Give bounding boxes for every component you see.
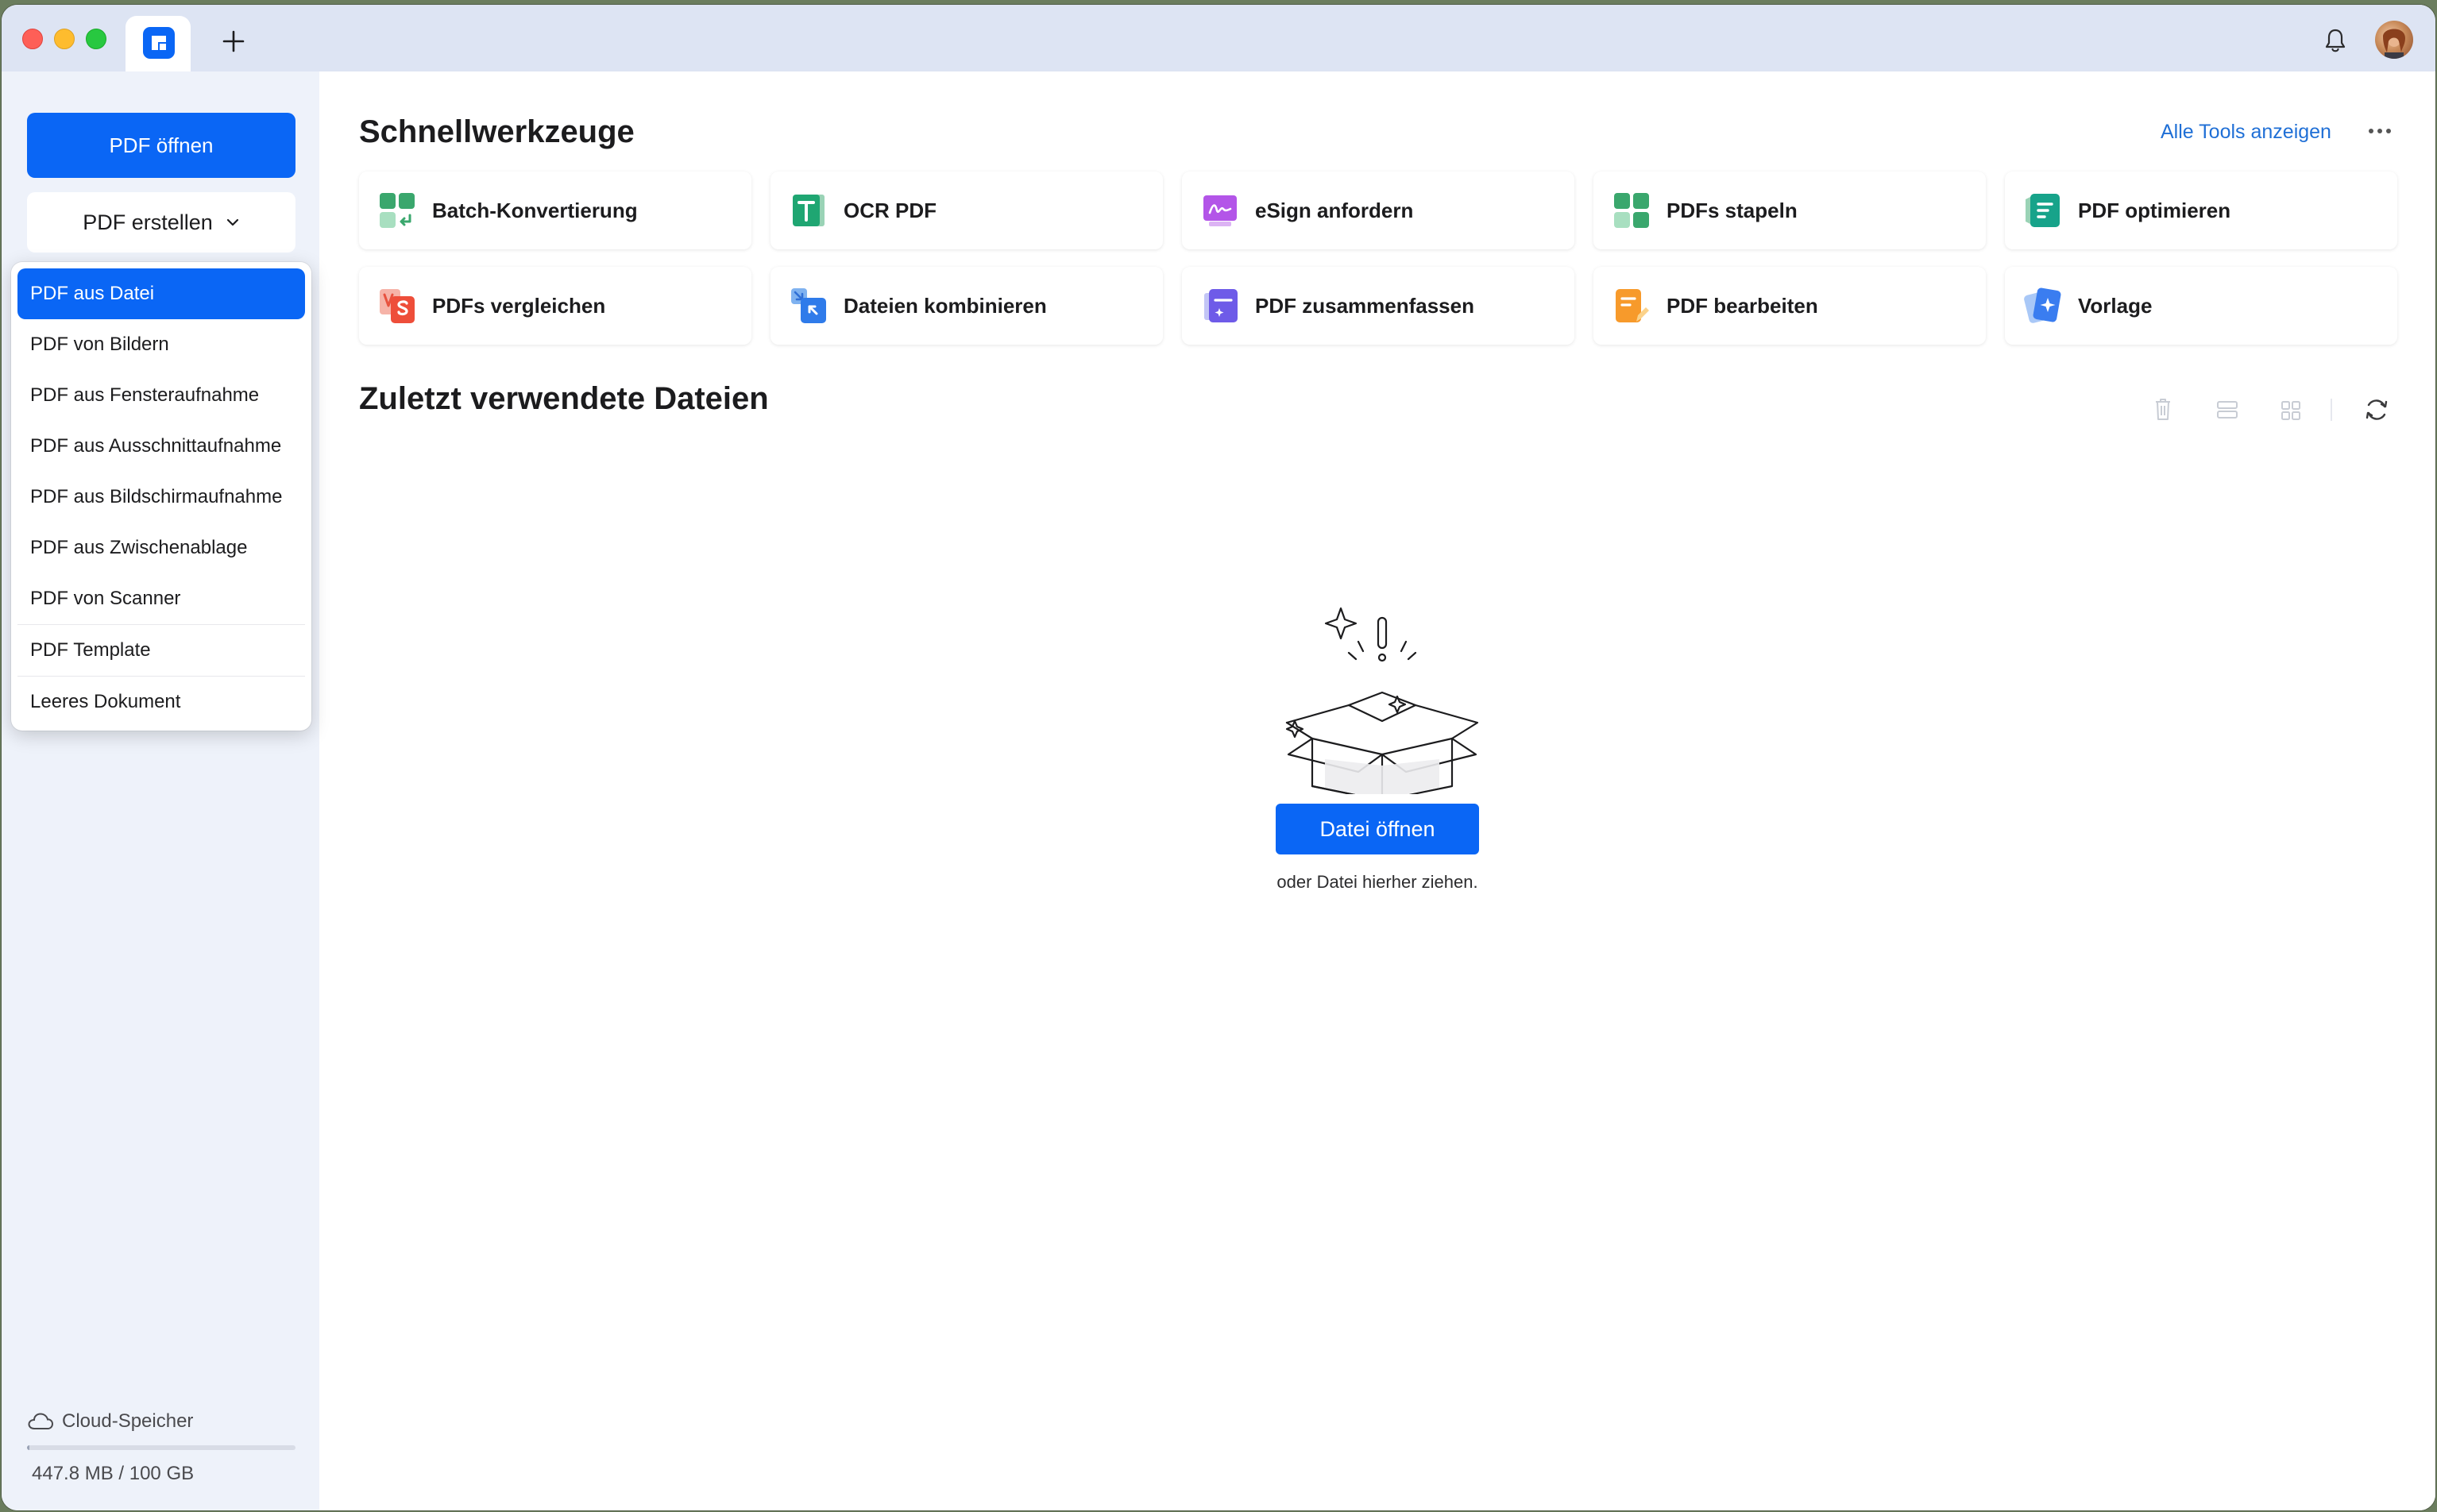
tool-template[interactable]: Vorlage [2005,267,2397,345]
create-pdf-button[interactable]: PDF erstellen [27,192,295,253]
batch-pdfs-icon [1614,193,1649,228]
ocr-icon [793,195,825,226]
tool-batch-pdfs[interactable]: PDFs stapeln [1593,172,1986,249]
home-tab[interactable] [126,16,191,71]
menu-item-from-images[interactable]: PDF von Bildern [17,319,305,370]
trash-icon[interactable] [2151,394,2175,426]
storage-progress-bar [27,1445,295,1450]
tool-summarize[interactable]: PDF zusammenfassen [1182,267,1574,345]
tool-label: OCR PDF [844,198,937,222]
tool-edit[interactable]: PDF bearbeiten [1593,267,1986,345]
menu-item-from-clipboard[interactable]: PDF aus Zwischenablage [17,523,305,573]
empty-box-illustration [1285,607,1479,794]
menu-item-from-scanner[interactable]: PDF von Scanner [17,573,305,624]
menu-item-from-screen-capture[interactable]: PDF aus Bildschirmaufnahme [17,472,305,523]
menu-item-template[interactable]: PDF Template [17,625,305,676]
tool-label: PDFs vergleichen [432,293,606,318]
app-logo-icon [143,27,175,59]
esign-icon [1203,195,1237,226]
app-window: PDF öffnen PDF erstellen Cloud-Speicher … [2,5,2435,1510]
minimize-window-button[interactable] [54,29,75,49]
combine-icon [791,288,826,323]
tool-combine[interactable]: Dateien kombinieren [770,267,1163,345]
open-file-button[interactable]: Datei öffnen [1276,804,1479,854]
compress-icon [2026,194,2060,227]
create-pdf-label: PDF erstellen [83,210,213,234]
quick-tools-grid: Batch-Konvertierung OCR PDF eSign anford [359,172,2397,345]
menu-item-from-file[interactable]: PDF aus Datei [17,268,305,319]
menu-item-blank-document[interactable]: Leeres Dokument [17,677,305,727]
compare-icon [380,289,415,323]
tool-ocr[interactable]: OCR PDF [770,172,1163,249]
chevron-down-icon [226,218,238,226]
tool-label: PDF bearbeiten [1667,293,1818,318]
cloud-storage-label: Cloud-Speicher [62,1410,194,1432]
show-all-tools-link[interactable]: Alle Tools anzeigen [2161,121,2331,144]
close-window-button[interactable] [22,29,43,49]
title-bar [2,5,2435,71]
open-pdf-button[interactable]: PDF öffnen [27,113,295,178]
list-view-icon[interactable] [2215,394,2240,426]
menu-item-from-selection-capture[interactable]: PDF aus Ausschnittaufnahme [17,421,305,472]
batch-convert-icon [380,193,415,228]
storage-progress-fill [27,1445,29,1450]
storage-usage-text: 447.8 MB / 100 GB [32,1463,195,1484]
template-icon [2024,287,2061,323]
toolbar-divider [2331,399,2332,421]
create-pdf-menu: PDF aus Datei PDF von Bildern PDF aus Fens… [11,262,311,731]
main-content: Schnellwerkzeuge Alle Tools anzeigen Bat… [319,71,2435,1510]
edit-icon [1616,289,1649,322]
grid-view-icon[interactable] [2278,394,2304,426]
plus-icon[interactable] [221,29,246,54]
tool-esign[interactable]: eSign anfordern [1182,172,1574,249]
tool-label: eSign anfordern [1255,198,1414,222]
tool-label: Dateien kombinieren [844,293,1047,318]
zoom-window-button[interactable] [86,29,106,49]
cloud-icon [28,1413,54,1429]
tool-compare[interactable]: PDFs vergleichen [359,267,751,345]
tool-label: Vorlage [2078,293,2153,318]
recent-files-title: Zuletzt verwendete Dateien [359,381,769,416]
tool-batch-convert[interactable]: Batch-Konvertierung [359,172,751,249]
drop-hint-text: oder Datei hierher ziehen. [1276,872,1478,892]
bell-icon[interactable] [2323,27,2348,54]
tool-label: Batch-Konvertierung [432,198,638,222]
cloud-storage[interactable]: Cloud-Speicher [27,1410,193,1433]
tool-label: PDFs stapeln [1667,198,1798,222]
menu-item-from-window-capture[interactable]: PDF aus Fensteraufnahme [17,370,305,421]
tool-label: PDF zusammenfassen [1255,293,1474,318]
refresh-icon[interactable] [2362,394,2391,426]
quick-tools-title: Schnellwerkzeuge [359,114,635,149]
tool-label: PDF optimieren [2078,198,2231,222]
summarize-icon [1204,289,1238,322]
more-options-icon[interactable] [2367,127,2393,135]
tool-optimize[interactable]: PDF optimieren [2005,172,2397,249]
avatar[interactable] [2375,21,2413,59]
